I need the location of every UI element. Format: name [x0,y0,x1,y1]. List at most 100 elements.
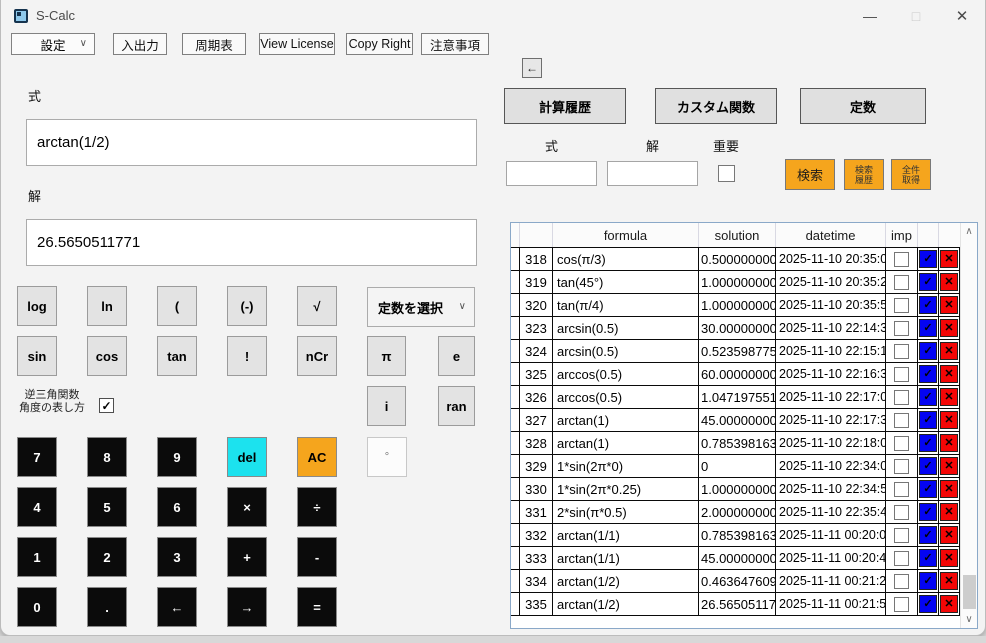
row-mark-button[interactable]: ✓ [919,595,937,613]
settings-select[interactable]: 設定 ∨ [11,33,95,55]
minimize-button[interactable]: — [847,0,893,31]
calc-history-button[interactable]: 計算履歴 [504,88,626,124]
row-mark-button[interactable]: ✓ [919,388,937,406]
key-right-arrow[interactable]: → [227,587,267,627]
table-row[interactable]: 323 arcsin(0.5) 30.0000000000 2025-11-10… [511,317,960,340]
row-delete-button[interactable]: ✕ [940,411,958,429]
collapse-panel-button[interactable]: ← [522,58,542,78]
solution-input[interactable] [26,219,477,266]
io-button[interactable]: 入出力 [113,33,167,55]
header-datetime[interactable]: datetime [776,223,886,247]
key-left-arrow[interactable]: ← [157,587,197,627]
view-license-button[interactable]: View License [259,33,335,55]
row-delete-button[interactable]: ✕ [940,342,958,360]
open-paren-key[interactable]: ( [157,286,197,326]
ln-key[interactable]: ln [87,286,127,326]
row-delete-button[interactable]: ✕ [940,365,958,383]
key-3[interactable]: 3 [157,537,197,577]
degree-key[interactable]: ° [367,437,407,477]
row-mark-button[interactable]: ✓ [919,480,937,498]
row-mark-button[interactable]: ✓ [919,365,937,383]
constant-select[interactable]: 定数を選択 ∨ [367,287,475,327]
header-id[interactable] [520,223,553,247]
search-solution-input[interactable] [607,161,698,186]
row-mark-button[interactable]: ✓ [919,319,937,337]
key-multiply[interactable]: × [227,487,267,527]
row-delete-button[interactable]: ✕ [940,434,958,452]
row-mark-button[interactable]: ✓ [919,572,937,590]
row-delete-button[interactable]: ✕ [940,503,958,521]
ran-key[interactable]: ran [438,386,475,426]
row-important-checkbox[interactable] [894,344,909,359]
row-mark-button[interactable]: ✓ [919,549,937,567]
key-ac[interactable]: AC [297,437,337,477]
negate-key[interactable]: (-) [227,286,267,326]
table-row[interactable]: 335 arctan(1/2) 26.5650511771 2025-11-11… [511,593,960,616]
table-row[interactable]: 324 arcsin(0.5) 0.5235987756 2025-11-10 … [511,340,960,363]
key-subtract[interactable]: - [297,537,337,577]
key-6[interactable]: 6 [157,487,197,527]
row-important-checkbox[interactable] [894,551,909,566]
key-1[interactable]: 1 [17,537,57,577]
row-mark-button[interactable]: ✓ [919,434,937,452]
row-delete-button[interactable]: ✕ [940,296,958,314]
table-row[interactable]: 326 arccos(0.5) 1.0471975512 2025-11-10 … [511,386,960,409]
search-formula-input[interactable] [506,161,597,186]
table-row[interactable]: 333 arctan(1/1) 45.0000000000 2025-11-11… [511,547,960,570]
row-delete-button[interactable]: ✕ [940,457,958,475]
custom-functions-button[interactable]: カスタム関数 [655,88,777,124]
row-important-checkbox[interactable] [894,298,909,313]
search-button[interactable]: 検索 [785,159,835,190]
maximize-button[interactable]: □ [893,0,939,31]
key-4[interactable]: 4 [17,487,57,527]
row-mark-button[interactable]: ✓ [919,342,937,360]
row-important-checkbox[interactable] [894,390,909,405]
row-mark-button[interactable]: ✓ [919,296,937,314]
formula-input[interactable] [26,119,477,166]
row-delete-button[interactable]: ✕ [940,250,958,268]
e-key[interactable]: e [438,336,475,376]
row-mark-button[interactable]: ✓ [919,273,937,291]
row-delete-button[interactable]: ✕ [940,388,958,406]
key-0[interactable]: 0 [17,587,57,627]
table-row[interactable]: 318 cos(π/3) 0.5000000000 2025-11-10 20:… [511,248,960,271]
periodic-table-button[interactable]: 周期表 [182,33,246,55]
table-row[interactable]: 331 2*sin(π*0.5) 2.0000000000 2025-11-10… [511,501,960,524]
row-important-checkbox[interactable] [894,413,909,428]
i-key[interactable]: i [367,386,406,426]
header-solution[interactable]: solution [699,223,776,247]
search-history-button[interactable]: 検索 履歴 [844,159,884,190]
row-important-checkbox[interactable] [894,367,909,382]
row-mark-button[interactable]: ✓ [919,411,937,429]
key-5[interactable]: 5 [87,487,127,527]
row-important-checkbox[interactable] [894,597,909,612]
table-row[interactable]: 332 arctan(1/1) 0.7853981634 2025-11-11 … [511,524,960,547]
row-mark-button[interactable]: ✓ [919,457,937,475]
row-important-checkbox[interactable] [894,321,909,336]
tan-key[interactable]: tan [157,336,197,376]
row-important-checkbox[interactable] [894,482,909,497]
table-scrollbar[interactable]: ∧ ∨ [960,223,977,628]
key-decimal[interactable]: . [87,587,127,627]
pi-key[interactable]: π [367,336,406,376]
row-important-checkbox[interactable] [894,459,909,474]
row-delete-button[interactable]: ✕ [940,273,958,291]
key-del[interactable]: del [227,437,267,477]
row-important-checkbox[interactable] [894,436,909,451]
table-row[interactable]: 330 1*sin(2π*0.25) 1.0000000000 2025-11-… [511,478,960,501]
row-important-checkbox[interactable] [894,275,909,290]
row-important-checkbox[interactable] [894,505,909,520]
row-important-checkbox[interactable] [894,252,909,267]
sin-key[interactable]: sin [17,336,57,376]
important-checkbox[interactable] [718,165,735,182]
notes-button[interactable]: 注意事項 [421,33,489,55]
ncr-key[interactable]: nCr [297,336,337,376]
row-mark-button[interactable]: ✓ [919,250,937,268]
scrollbar-thumb[interactable] [963,575,976,609]
table-row[interactable]: 319 tan(45°) 1.0000000000 2025-11-10 20:… [511,271,960,294]
key-equals[interactable]: = [297,587,337,627]
cos-key[interactable]: cos [87,336,127,376]
factorial-key[interactable]: ! [227,336,267,376]
table-row[interactable]: 334 arctan(1/2) 0.4636476090 2025-11-11 … [511,570,960,593]
key-add[interactable]: + [227,537,267,577]
